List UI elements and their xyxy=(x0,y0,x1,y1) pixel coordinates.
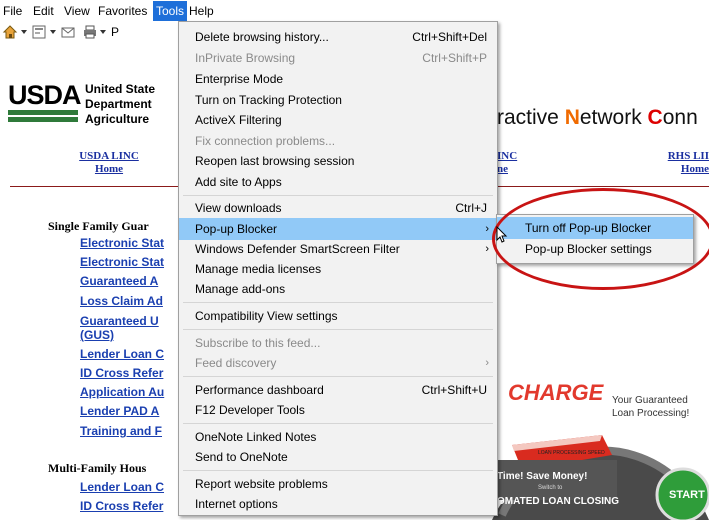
mail-icon[interactable] xyxy=(60,24,76,40)
single-family-link[interactable]: Guaranteed A xyxy=(80,274,158,288)
menu-item-inprivate: InPrivate Browsing Ctrl+Shift+P xyxy=(195,51,487,65)
annotation-ellipse xyxy=(492,188,709,290)
menu-separator xyxy=(183,195,493,196)
submenu-arrow-icon: › xyxy=(485,243,489,255)
page-menu-label[interactable]: P xyxy=(111,25,119,39)
single-family-link[interactable]: Application Au xyxy=(80,385,164,399)
linc-title: ractive Network Conn xyxy=(497,106,698,129)
menu-item-fix-connection: Fix connection problems... xyxy=(195,134,336,148)
menu-item-reopen-session[interactable]: Reopen last browsing session xyxy=(179,150,497,172)
command-bar: P xyxy=(0,22,200,44)
submenu-arrow-icon: › xyxy=(485,223,489,235)
menu-item-internet-options[interactable]: Internet options xyxy=(179,493,497,515)
menu-item-feed-discovery: Feed discovery › xyxy=(179,352,497,374)
menu-item-send-onenote[interactable]: Send to OneNote xyxy=(179,446,497,468)
submenu-arrow-icon: › xyxy=(485,357,489,369)
menu-item-onenote-linked[interactable]: OneNote Linked Notes xyxy=(179,426,497,448)
menu-favorites[interactable]: Favorites xyxy=(95,3,150,19)
usda-logo-text: USDA xyxy=(8,80,82,110)
single-family-link[interactable]: Lender PAD A xyxy=(80,404,159,418)
single-family-link[interactable]: Lender Loan C xyxy=(80,347,164,361)
banner-switch-text: Switch to xyxy=(538,485,563,491)
print-icon[interactable] xyxy=(82,24,98,40)
menu-item-subscribe-feed: Subscribe to this feed... xyxy=(195,336,321,350)
menu-item-popup-blocker[interactable]: Pop-up Blocker › xyxy=(179,218,497,240)
single-family-link[interactable]: Loss Claim Ad xyxy=(80,294,163,308)
nav-usda-linc-home[interactable]: USDA LINC Home xyxy=(78,150,140,176)
menu-item-report-problems[interactable]: Report website problems xyxy=(179,473,497,495)
menu-item-smartscreen[interactable]: Windows Defender SmartScreen Filter › xyxy=(179,238,497,260)
banner-word: CHARGE xyxy=(508,380,604,405)
nav-linc-home-partial[interactable]: INC ne xyxy=(497,150,527,176)
feeds-icon[interactable] xyxy=(31,24,47,40)
menu-item-view-downloads[interactable]: View downloads Ctrl+J xyxy=(179,197,497,219)
multi-family-link[interactable]: ID Cross Refer xyxy=(80,499,163,513)
menu-edit[interactable]: Edit xyxy=(30,3,57,19)
menu-item-f12-tools[interactable]: F12 Developer Tools xyxy=(179,399,497,421)
single-family-link[interactable]: Electronic Stat xyxy=(80,236,164,250)
single-family-link[interactable]: Guaranteed U xyxy=(80,314,159,328)
print-dropdown-icon[interactable] xyxy=(100,30,106,34)
mouse-cursor-icon xyxy=(496,226,508,243)
banner-save-text: Time! Save Money! xyxy=(497,471,588,482)
menu-item-tracking-protection[interactable]: Turn on Tracking Protection xyxy=(179,89,497,111)
menu-separator xyxy=(183,423,493,424)
single-family-link[interactable]: ID Cross Refer xyxy=(80,366,163,380)
home-dropdown-icon[interactable] xyxy=(21,30,27,34)
menu-item-add-site-apps[interactable]: Add site to Apps xyxy=(179,171,497,193)
multi-family-link[interactable]: Lender Loan C xyxy=(80,480,164,494)
single-family-heading: Single Family Guar xyxy=(48,219,149,233)
banner-gauge-label: LOAN PROCESSING SPEED xyxy=(538,450,605,456)
menu-bar: File Edit View Favorites Tools Help xyxy=(0,0,709,21)
single-family-link[interactable]: Training and F xyxy=(80,424,162,438)
menu-help[interactable]: Help xyxy=(186,3,217,19)
menu-separator xyxy=(183,376,493,377)
menu-view[interactable]: View xyxy=(61,3,93,19)
menu-item-media-licenses[interactable]: Manage media licenses xyxy=(179,258,497,280)
nav-rhs-linc-home[interactable]: RHS LII Home xyxy=(655,150,709,176)
menu-item-performance-dashboard[interactable]: Performance dashboard Ctrl+Shift+U xyxy=(179,379,497,401)
menu-separator xyxy=(183,470,493,471)
menu-separator xyxy=(183,302,493,303)
banner-start-button[interactable]: START xyxy=(669,489,705,501)
tools-menu: Delete browsing history... Ctrl+Shift+Del… xyxy=(178,21,498,516)
menu-tools[interactable]: Tools xyxy=(153,1,188,21)
menu-item-delete-history[interactable]: Delete browsing history... Ctrl+Shift+Del xyxy=(179,26,497,48)
multi-family-heading: Multi-Family Hous xyxy=(48,461,147,475)
home-icon[interactable] xyxy=(2,24,18,40)
menu-item-activex-filtering[interactable]: ActiveX Filtering xyxy=(179,109,497,131)
banner-tagline: Your Guaranteed Loan Processing! xyxy=(612,395,690,419)
menu-item-enterprise-mode[interactable]: Enterprise Mode xyxy=(179,68,497,90)
menu-file[interactable]: File xyxy=(0,3,25,19)
menu-separator xyxy=(183,329,493,330)
single-family-link[interactable]: Electronic Stat xyxy=(80,255,164,269)
menu-item-compat-view[interactable]: Compatibility View settings xyxy=(179,305,497,327)
feeds-dropdown-icon[interactable] xyxy=(50,30,56,34)
single-family-link[interactable]: (GUS) xyxy=(80,328,114,342)
department-name: United State Department Agriculture xyxy=(85,82,156,126)
menu-item-manage-addons[interactable]: Manage add-ons xyxy=(179,278,497,300)
banner-closing-text: OMATED LOAN CLOSING xyxy=(497,496,620,507)
